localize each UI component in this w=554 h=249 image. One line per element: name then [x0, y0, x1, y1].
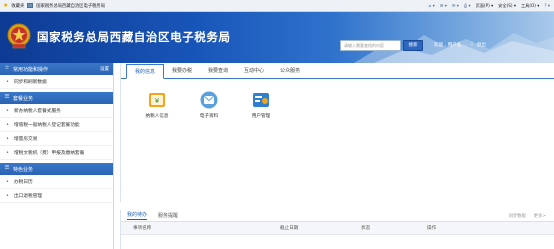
column-header-item: 事项名称	[133, 226, 152, 231]
tab-my-info[interactable]: 我的信息	[126, 64, 165, 79]
tax-emblem-icon	[7, 23, 31, 49]
bullet-icon: •	[6, 121, 9, 128]
column-header-deadline: 截止日期	[280, 226, 299, 231]
header-user-area: 欢迎 , 用户名 ... | 退出	[434, 42, 486, 48]
todo-tabs: 我的待办 服务提醒 同步数据 更多>	[121, 210, 554, 222]
section-title: 常用功能和操作	[13, 66, 49, 73]
electronic-docs-icon	[200, 91, 218, 109]
help-icon[interactable]: ? ▾	[544, 3, 550, 8]
page-icon	[27, 3, 34, 8]
tab-tax-handling[interactable]: 我要办税	[164, 67, 200, 78]
tab-my-todo[interactable]: 我的待办	[127, 211, 148, 220]
feed-icon[interactable]: ☰ ▾	[440, 3, 447, 8]
sidebar-item[interactable]: • 出口退税管理	[0, 189, 113, 203]
site-header: 国家税务总局西藏自治区电子税务局 请输入需要查找的内容 搜索 欢迎 , 用户名 …	[0, 12, 554, 63]
app-electronic-docs[interactable]: 电子资料	[192, 90, 226, 119]
section-title: 特色业务	[13, 166, 34, 173]
logout-link[interactable]: 退出	[477, 42, 486, 48]
main-panel: 我的信息 我要办税 我要查询 互动中心 公众服务 ¥ 纳税人信息 电子资料 用户…	[120, 63, 554, 202]
app-taxpayer-info[interactable]: ¥ 纳税人信息	[140, 90, 174, 119]
tab-service-reminder[interactable]: 服务提醒	[158, 212, 178, 219]
menu-page[interactable]: 页面(P) ▾	[476, 3, 494, 9]
menu-safety[interactable]: 安全(S) ▾	[498, 3, 516, 9]
sidebar-item[interactable]: • 增税文税机（费）申报及缴纳套餐	[0, 146, 113, 160]
site-title: 国家税务总局西藏自治区电子税务局	[37, 30, 231, 44]
menu-tools[interactable]: 工具(O) ▾	[521, 3, 539, 9]
todo-actions: 同步数据 更多>	[509, 213, 546, 219]
sidebar-item[interactable]: • 办税日历	[0, 175, 113, 189]
app-label: 纳税人信息	[145, 114, 169, 119]
table-header: 事项名称 截止日期 状态 操作	[121, 222, 554, 235]
sidebar-item-label: 同步和刷新数据	[13, 79, 47, 85]
sync-data-link[interactable]: 同步数据	[509, 213, 526, 219]
list-icon: ☰	[4, 165, 10, 172]
favorites-label[interactable]: 收藏夹	[11, 3, 24, 9]
sidebar-item-label: 增值税一般纳税人登记套餐功能	[13, 122, 80, 128]
tab-interaction[interactable]: 互动中心	[236, 67, 272, 78]
sidebar-item[interactable]: • 新办纳税人套餐式服务	[0, 104, 113, 118]
mail-icon[interactable]: ✉ ▾	[452, 3, 459, 8]
app-label: 电子资料	[199, 114, 219, 119]
favorites-star-icon[interactable]: ★	[3, 2, 8, 9]
sidebar-section-common[interactable]: ☆ 常用功能和操作 设置	[0, 63, 113, 75]
column-header-action: 操作	[427, 226, 437, 231]
sidebar-item[interactable]: • 增量房交易	[0, 132, 113, 146]
user-management-icon	[253, 93, 269, 107]
taxpayer-info-icon: ¥	[149, 93, 165, 107]
sidebar-item-label: 新办纳税人套餐式服务	[13, 108, 61, 114]
bullet-icon: •	[6, 192, 9, 199]
user-greeting[interactable]: 欢迎 , 用户名 ...	[434, 42, 467, 48]
list-icon: ☰	[4, 94, 10, 101]
header-separator: |	[471, 42, 473, 47]
sidebar-item-label: 出口退税管理	[13, 193, 43, 199]
print-icon[interactable]: ⎙ ▾	[464, 3, 471, 8]
star-icon: ☆	[4, 65, 10, 72]
search-input[interactable]: 请输入需要查找的内容	[340, 40, 401, 51]
section-title: 套餐业务	[13, 95, 34, 102]
sidebar-section-package[interactable]: ☰ 套餐业务	[0, 92, 113, 104]
sidebar-item[interactable]: • 同步和刷新数据	[0, 75, 113, 89]
column-header-status: 状态	[361, 226, 371, 231]
app-user-management[interactable]: 用户管理	[244, 90, 278, 119]
tab-query[interactable]: 我要查询	[200, 67, 236, 78]
main-tabs: 我的信息 我要办税 我要查询 互动中心 公众服务	[121, 63, 554, 79]
bullet-icon: •	[6, 178, 9, 185]
home-icon[interactable]: ⌂ ▾	[429, 3, 435, 8]
bullet-icon: •	[6, 149, 9, 156]
svg-text:¥: ¥	[155, 97, 160, 105]
browser-favorites-bar: ★ 收藏夹 国家税务总局西藏自治区电子税务局 ⌂ ▾ ☰ ▾ ✉ ▾ ⎙ ▾ 页…	[0, 0, 554, 12]
sidebar-item-label: 增量房交易	[13, 136, 38, 142]
search-button[interactable]: 搜索	[403, 40, 423, 51]
settings-link[interactable]: 设置	[100, 66, 109, 72]
sidebar-item-label: 办税日历	[13, 179, 33, 185]
bullet-icon: •	[6, 78, 9, 85]
tab-public-service[interactable]: 公众服务	[272, 67, 308, 78]
bullet-icon: •	[6, 135, 9, 142]
bullet-icon: •	[6, 107, 9, 114]
app-label: 用户管理	[251, 114, 271, 119]
sidebar-item[interactable]: • 增值税一般纳税人登记套餐功能	[0, 118, 113, 132]
sidebar-section-special[interactable]: ☰ 特色业务	[0, 163, 113, 175]
more-link[interactable]: 更多>	[534, 213, 546, 219]
sidebar: ☆ 常用功能和操作 设置 • 同步和刷新数据 ☰ 套餐业务 • 新办纳税人套餐式服务…	[0, 63, 114, 249]
todo-panel: 我的待办 服务提醒 同步数据 更多> 事项名称 截止日期 状态 操作	[120, 210, 554, 249]
app-grid: ¥ 纳税人信息 电子资料 用户管理	[140, 90, 278, 119]
sidebar-item-label: 增税文税机（费）申报及缴纳套餐	[13, 150, 85, 156]
browser-tab-title[interactable]: 国家税务总局西藏自治区电子税务局	[36, 3, 105, 9]
